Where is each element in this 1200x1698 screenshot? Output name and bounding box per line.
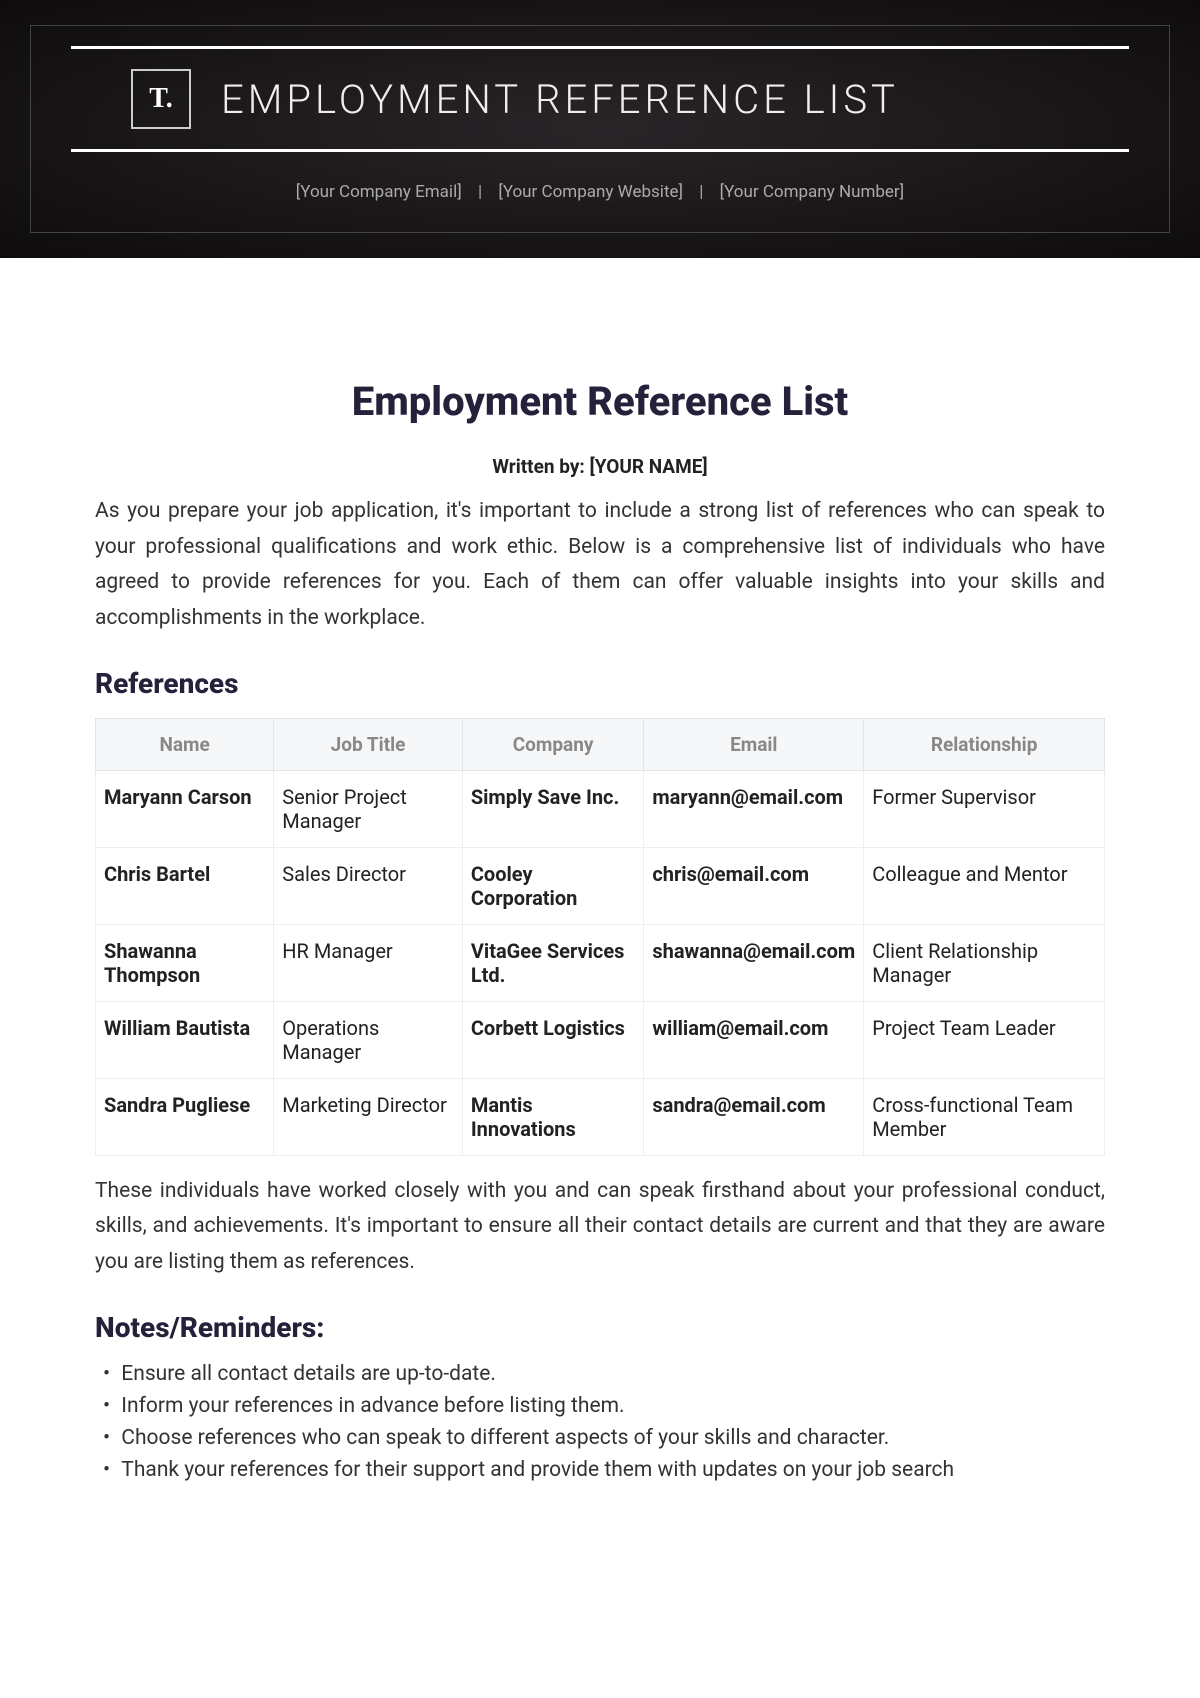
- list-item: Inform your references in advance before…: [103, 1394, 1105, 1418]
- cell-name: Shawanna Thompson: [96, 924, 274, 1001]
- notes-list: Ensure all contact details are up-to-dat…: [95, 1362, 1105, 1482]
- references-heading: References: [95, 667, 1105, 700]
- table-row: William BautistaOperations ManagerCorbet…: [96, 1001, 1105, 1078]
- cell-email: william@email.com: [644, 1001, 864, 1078]
- page-title: Employment Reference List: [95, 378, 1105, 425]
- company-website: [Your Company Website]: [498, 182, 683, 202]
- separator: |: [699, 182, 703, 202]
- cell-company: Corbett Logistics: [462, 1001, 644, 1078]
- cell-email: shawanna@email.com: [644, 924, 864, 1001]
- cell-email: maryann@email.com: [644, 770, 864, 847]
- col-email: Email: [644, 718, 864, 770]
- company-email: [Your Company Email]: [296, 182, 462, 202]
- cell-company: Simply Save Inc.: [462, 770, 644, 847]
- cell-name: Sandra Pugliese: [96, 1078, 274, 1155]
- cell-job_title: Sales Director: [274, 847, 463, 924]
- intro-paragraph: As you prepare your job application, it'…: [95, 494, 1105, 637]
- document-content: Employment Reference List Written by: [Y…: [0, 258, 1200, 1482]
- col-company: Company: [462, 718, 644, 770]
- cell-name: Maryann Carson: [96, 770, 274, 847]
- cell-job_title: Senior Project Manager: [274, 770, 463, 847]
- notes-heading: Notes/Reminders:: [95, 1311, 1105, 1344]
- col-name: Name: [96, 718, 274, 770]
- table-row: Maryann CarsonSenior Project ManagerSimp…: [96, 770, 1105, 847]
- references-table: Name Job Title Company Email Relationshi…: [95, 718, 1105, 1156]
- cell-job_title: Marketing Director: [274, 1078, 463, 1155]
- table-row: Chris BartelSales DirectorCooley Corpora…: [96, 847, 1105, 924]
- list-item: Choose references who can speak to diffe…: [103, 1426, 1105, 1450]
- cell-company: VitaGee Services Ltd.: [462, 924, 644, 1001]
- banner-title: EMPLOYMENT REFERENCE LIST: [221, 76, 899, 123]
- title-row: T. EMPLOYMENT REFERENCE LIST: [71, 49, 1129, 149]
- list-item: Thank your references for their support …: [103, 1458, 1105, 1482]
- cell-relationship: Cross-functional Team Member: [864, 1078, 1105, 1155]
- cell-company: Cooley Corporation: [462, 847, 644, 924]
- cell-relationship: Client Relationship Manager: [864, 924, 1105, 1001]
- cell-name: William Bautista: [96, 1001, 274, 1078]
- cell-email: chris@email.com: [644, 847, 864, 924]
- cell-job_title: Operations Manager: [274, 1001, 463, 1078]
- list-item: Ensure all contact details are up-to-dat…: [103, 1362, 1105, 1386]
- byline: Written by: [YOUR NAME]: [95, 455, 1105, 478]
- col-relationship: Relationship: [864, 718, 1105, 770]
- table-header-row: Name Job Title Company Email Relationshi…: [96, 718, 1105, 770]
- contact-row: [Your Company Email] | [Your Company Web…: [71, 182, 1129, 202]
- cell-relationship: Colleague and Mentor: [864, 847, 1105, 924]
- cell-company: Mantis Innovations: [462, 1078, 644, 1155]
- header-banner: T. EMPLOYMENT REFERENCE LIST [Your Compa…: [0, 0, 1200, 258]
- logo-text: T.: [149, 83, 173, 115]
- logo-box: T.: [131, 69, 191, 129]
- table-row: Shawanna ThompsonHR ManagerVitaGee Servi…: [96, 924, 1105, 1001]
- cell-relationship: Project Team Leader: [864, 1001, 1105, 1078]
- table-row: Sandra PuglieseMarketing DirectorMantis …: [96, 1078, 1105, 1155]
- col-job-title: Job Title: [274, 718, 463, 770]
- divider-bottom: [71, 149, 1129, 152]
- outro-paragraph: These individuals have worked closely wi…: [95, 1174, 1105, 1281]
- company-number: [Your Company Number]: [720, 182, 905, 202]
- cell-name: Chris Bartel: [96, 847, 274, 924]
- separator: |: [478, 182, 482, 202]
- cell-job_title: HR Manager: [274, 924, 463, 1001]
- cell-email: sandra@email.com: [644, 1078, 864, 1155]
- cell-relationship: Former Supervisor: [864, 770, 1105, 847]
- header-inner: T. EMPLOYMENT REFERENCE LIST [Your Compa…: [30, 25, 1170, 233]
